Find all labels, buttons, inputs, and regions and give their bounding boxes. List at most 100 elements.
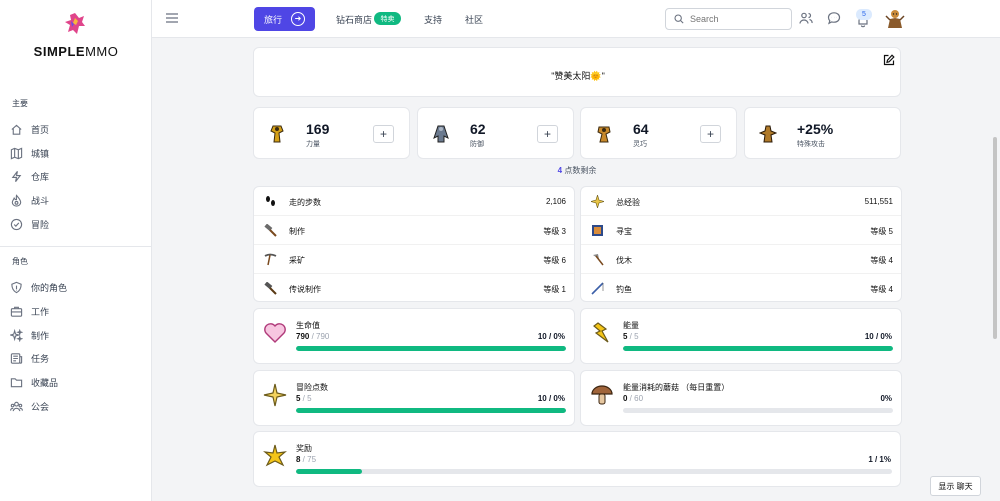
energy-card: 能量 5 / 5 10 / 0% (580, 308, 902, 364)
axe-icon (593, 254, 604, 266)
legendary-hammer-icon (264, 282, 277, 295)
lightning-icon (593, 322, 609, 343)
list-item-value: 等级 5 (870, 227, 893, 236)
energy-bar (623, 346, 893, 351)
strength-icon (270, 125, 284, 143)
skills-list-left: 走的步数 2,106 制作 等级 3 采矿 等级 6 传说制作 等级 1 (253, 186, 575, 302)
stat-card-special-attack: +25% 特殊攻击 (744, 107, 901, 159)
sidebar-item-label: 冒险 (31, 219, 50, 230)
sidebar-item-quests[interactable]: 任务 (0, 348, 152, 368)
sidebar-item-label: 城镇 (31, 148, 50, 159)
logo[interactable]: SIMPLEMMO (0, 12, 152, 60)
scrollbar[interactable] (993, 137, 997, 339)
special-attack-icon (759, 125, 777, 143)
bar-value: 790 / 790 (296, 332, 330, 341)
fishing-rod-icon (591, 282, 604, 295)
stat-value: 64 (633, 121, 649, 137)
sidebar-item-guilds[interactable]: 公会 (0, 396, 152, 416)
nav-heading-character: 角色 (12, 257, 28, 266)
stat-value: +25% (797, 121, 834, 137)
menu-icon[interactable] (166, 13, 178, 23)
nav-support[interactable]: 支持 (424, 13, 442, 26)
list-item-label: 走的步数 (289, 198, 321, 207)
nav-heading-main: 主要 (12, 99, 28, 108)
pickaxe-icon (264, 253, 277, 266)
show-chat-button[interactable]: 显示 聊天 (930, 476, 981, 496)
edit-icon[interactable] (883, 54, 895, 66)
list-item-label: 钓鱼 (616, 285, 632, 294)
sidebar-item-storage[interactable]: 仓库 (0, 166, 152, 186)
sidebar: SIMPLEMMO 主要 首页 城镇 仓库 战斗 冒险 角色 你的角色 工作 制… (0, 0, 152, 501)
sidebar-item-home[interactable]: 首页 (0, 119, 152, 139)
sidebar-item-town[interactable]: 城镇 (0, 143, 152, 163)
notification-count-badge: 5 (856, 9, 872, 20)
sidebar-item-character[interactable]: 你的角色 (0, 277, 152, 297)
hammer-icon (264, 224, 277, 237)
list-item-label: 伐木 (616, 256, 632, 265)
list-item-value: 等级 1 (543, 285, 566, 294)
bar-label: 生命值 (296, 321, 320, 330)
heart-icon (264, 323, 286, 343)
bar-value: 5 / 5 (296, 394, 312, 403)
treasure-map-icon (592, 225, 603, 236)
increase-defence-button[interactable]: + (537, 125, 558, 143)
briefcase-icon (10, 305, 23, 318)
sidebar-item-adventure[interactable]: 冒险 (0, 214, 152, 234)
nav-diamond-store[interactable]: 钻石商店 (336, 13, 372, 26)
points-remaining: 4 点数剩余 (557, 166, 597, 175)
travel-button-label: 旅行 (264, 14, 283, 25)
bar-value: 0 / 60 (623, 394, 644, 403)
sidebar-item-collectables[interactable]: 收藏品 (0, 372, 152, 392)
bar-label: 奖励 (296, 444, 312, 453)
folder-icon (10, 376, 23, 389)
stat-card-dexterity: 64 灵巧 + (580, 107, 737, 159)
quest-points-card: 冒险点数 5 / 5 10 / 0% (253, 370, 575, 426)
home-icon (10, 123, 23, 136)
bar-label: 能量 (623, 321, 639, 330)
friends-icon[interactable] (799, 11, 813, 25)
brand-name: SIMPLEMMO (33, 44, 119, 59)
bar-label: 冒险点数 (296, 383, 328, 392)
bar-percent: 10 / 0% (864, 332, 892, 341)
bar-value: 8 / 75 (296, 455, 317, 464)
list-item: 钓鱼 等级 4 (581, 274, 901, 303)
travel-button[interactable]: 旅行 ➜ (254, 7, 315, 31)
increase-strength-button[interactable]: + (373, 125, 394, 143)
sidebar-item-jobs[interactable]: 工作 (0, 301, 152, 321)
quest-points-bar (296, 408, 566, 413)
arrow-right-icon: ➜ (291, 12, 305, 26)
sidebar-item-label: 收藏品 (31, 377, 59, 388)
motto-card: "赞美太阳🌞" (253, 47, 901, 97)
avatar[interactable] (884, 7, 906, 29)
list-item-label: 传说制作 (289, 285, 321, 294)
search-input[interactable] (690, 14, 780, 24)
mushroom-icon (591, 385, 613, 405)
motto-text: "赞美太阳🌞" (551, 71, 605, 81)
users-icon (10, 400, 23, 413)
reward-star-icon (263, 444, 287, 467)
list-item-value: 等级 3 (543, 227, 566, 236)
bar-percent: 1 / 1% (868, 455, 891, 464)
footsteps-icon (266, 196, 275, 206)
reward-bar (296, 469, 892, 474)
dragon-logo-icon (65, 13, 85, 34)
list-item: 传说制作 等级 1 (254, 274, 574, 303)
increase-dexterity-button[interactable]: + (700, 125, 721, 143)
mushrooms-card: 能量消耗的蘑菇 （每日重置） 0 / 60 0% (580, 370, 902, 426)
bar-percent: 10 / 0% (537, 332, 565, 341)
list-item-value: 2,106 (545, 197, 566, 206)
list-item-label: 寻宝 (616, 227, 632, 236)
sidebar-item-crafting[interactable]: 制作 (0, 325, 152, 345)
sale-badge: 特卖 (374, 12, 401, 25)
sidebar-item-label: 首页 (31, 124, 50, 135)
search-box[interactable] (665, 8, 792, 30)
chat-bubble-icon[interactable] (827, 11, 841, 25)
stat-label: 防御 (470, 141, 484, 148)
nav-community[interactable]: 社区 (465, 13, 483, 26)
list-item: 寻宝 等级 5 (581, 216, 901, 245)
sparkles-icon (10, 328, 23, 342)
sidebar-item-battle[interactable]: 战斗 (0, 190, 152, 210)
map-icon (10, 147, 23, 160)
list-item: 走的步数 2,106 (254, 187, 574, 216)
list-item-value: 等级 4 (870, 256, 893, 265)
